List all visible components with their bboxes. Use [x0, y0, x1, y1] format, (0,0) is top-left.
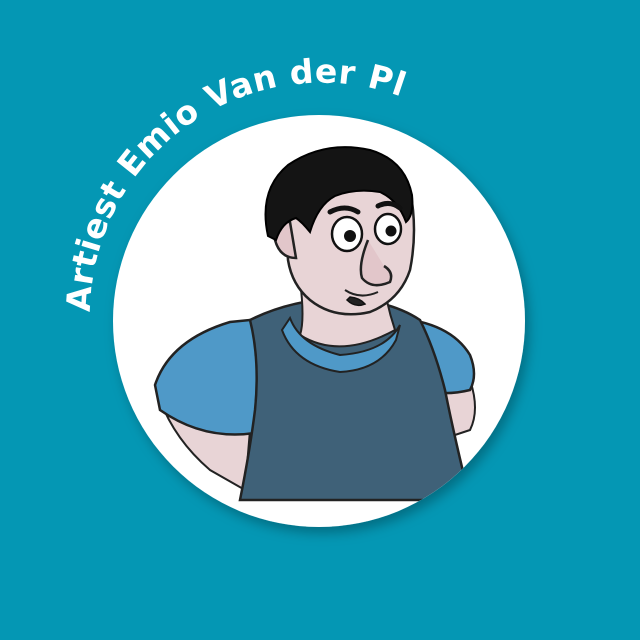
badge-graphic: Artiest Emio Van der Plas	[0, 0, 525, 527]
right-pupil	[385, 225, 397, 237]
profile-badge: Artiest Emio Van der Plas	[0, 0, 640, 640]
left-pupil	[344, 230, 356, 242]
